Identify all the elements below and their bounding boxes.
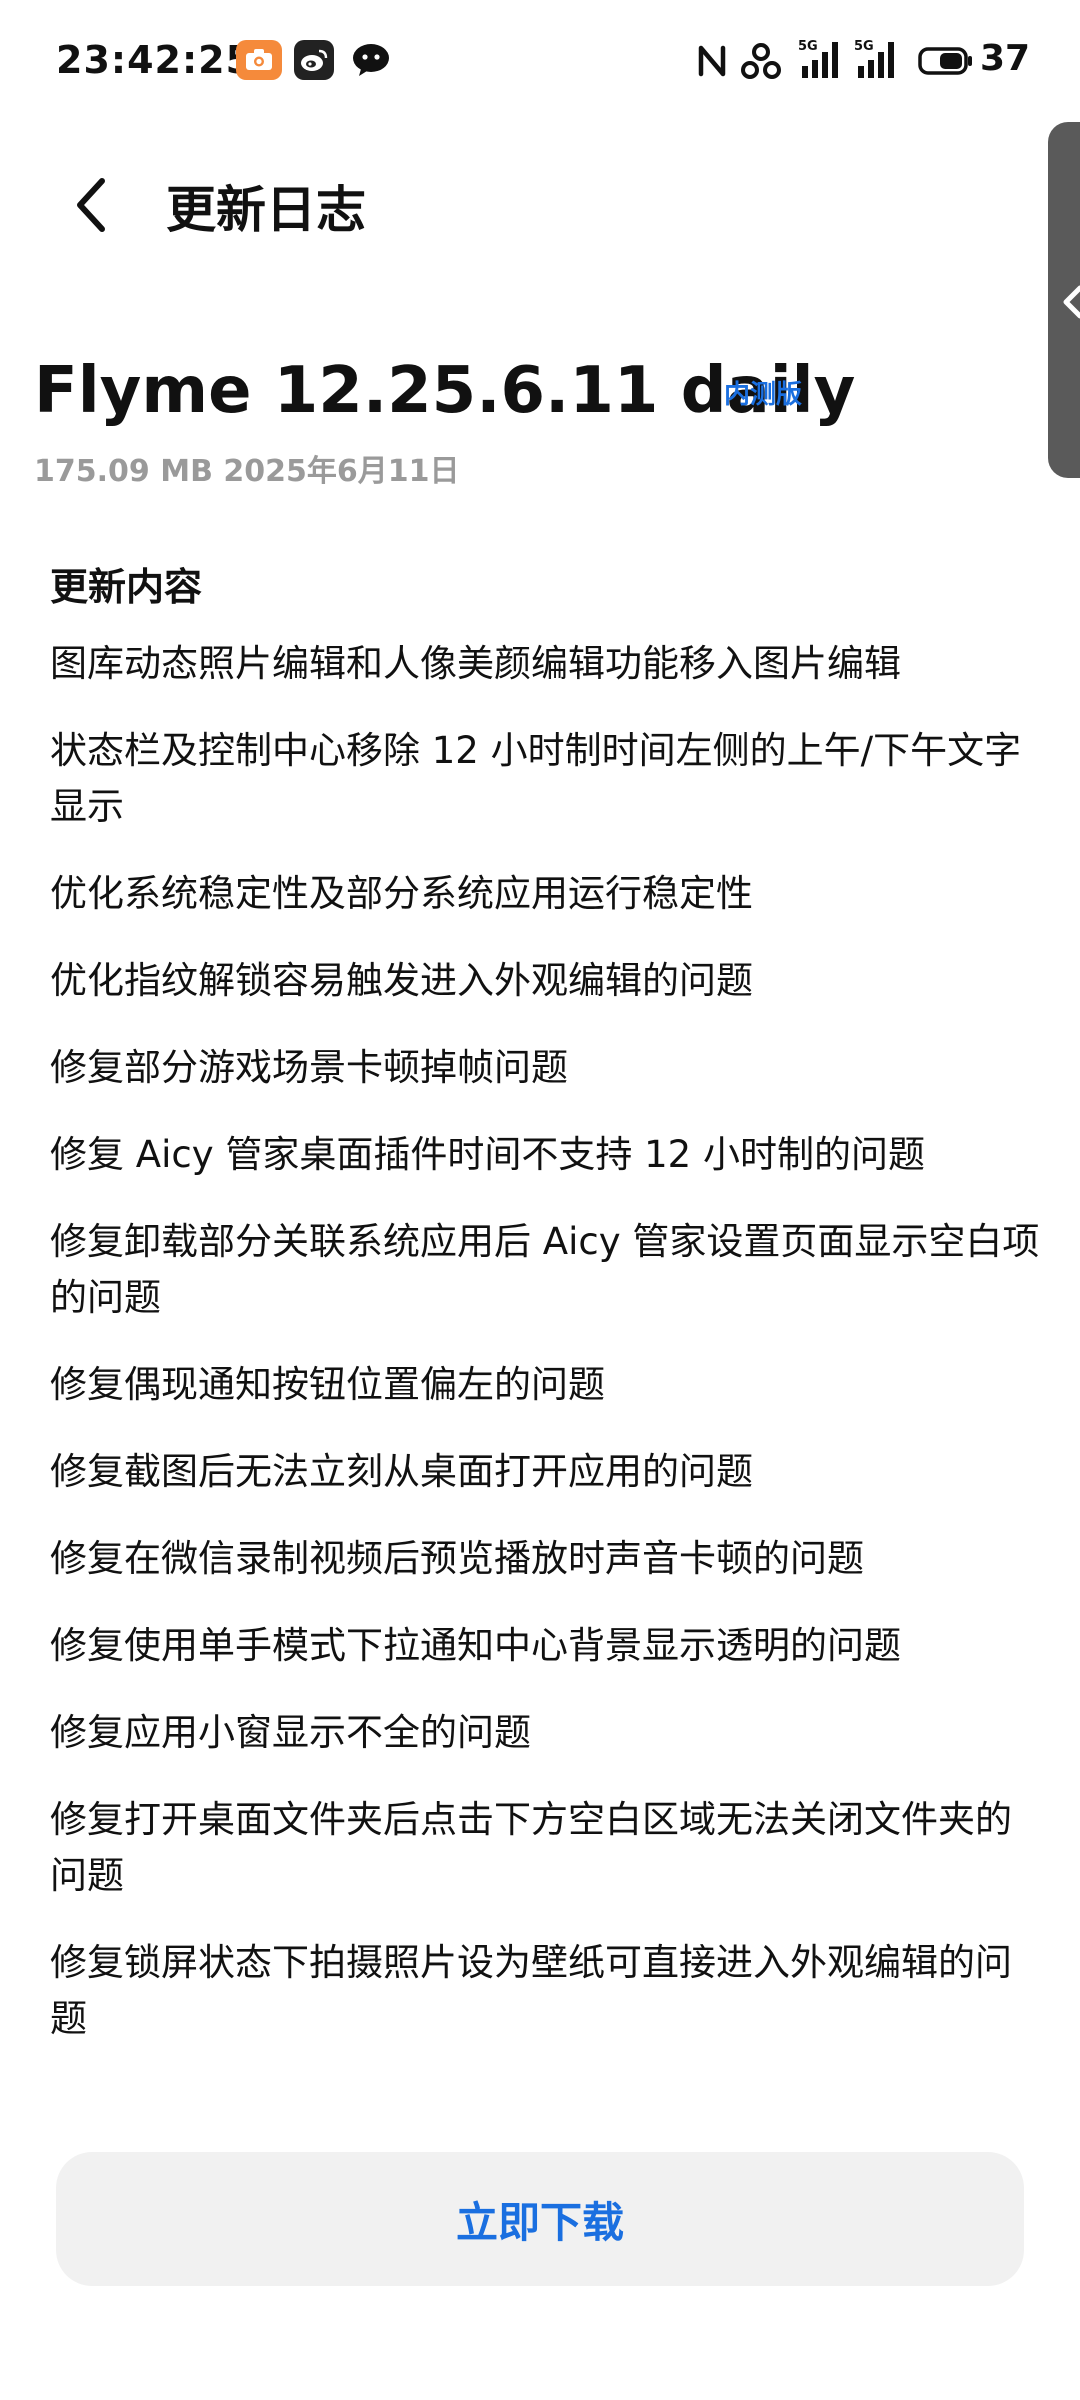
changelog-item: 修复截图后无法立刻从桌面打开应用的问题 — [50, 1450, 753, 1493]
changelog-item: 修复使用单手模式下拉通知中心背景显示透明的问题 — [50, 1624, 901, 1667]
battery-level: 37 — [980, 38, 1031, 79]
hotspot-icon — [740, 42, 782, 84]
changelog-item: 修复 Aicy 管家桌面插件时间不支持 12 小时制的问题 — [50, 1133, 925, 1176]
back-button[interactable] — [50, 160, 130, 250]
status-bar: 23:42:25 5G 5G 37 — [0, 0, 1080, 120]
changelog-item: 修复卸载部分关联系统应用后 Aicy 管家设置页面显示空白项的问题 — [50, 1220, 1040, 1319]
chevron-left-icon — [77, 178, 105, 232]
beta-badge: 内测版 — [724, 380, 803, 410]
camera-app-icon — [236, 40, 282, 80]
signal-5g-icon: 5G — [798, 38, 842, 84]
changelog-item: 图库动态照片编辑和人像美颜编辑功能移入图片编辑 — [50, 642, 901, 685]
nfc-icon — [696, 44, 728, 82]
battery-icon — [918, 46, 974, 80]
status-time: 23:42:25 — [56, 38, 254, 82]
changelog-list: 图库动态照片编辑和人像美颜编辑功能移入图片编辑 状态栏及控制中心移除 12 小时… — [50, 636, 1040, 2078]
svg-text:5G: 5G — [854, 39, 874, 54]
download-now-button[interactable]: 立即下载 — [56, 2152, 1024, 2286]
weibo-icon — [294, 40, 334, 80]
version-meta: 175.09 MB 2025年6月11日 — [34, 454, 460, 489]
edge-panel-handle[interactable] — [1048, 122, 1080, 478]
changelog-item: 优化指纹解锁容易触发进入外观编辑的问题 — [50, 959, 753, 1002]
changelog-item: 修复应用小窗显示不全的问题 — [50, 1711, 531, 1754]
changelog-item: 修复部分游戏场景卡顿掉帧问题 — [50, 1046, 568, 1089]
changelog-heading: 更新内容 — [50, 565, 203, 609]
wechat-icon — [348, 40, 394, 80]
page-title: 更新日志 — [166, 181, 366, 239]
svg-text:5G: 5G — [798, 39, 818, 54]
signal-5g-icon: 5G — [854, 38, 898, 84]
changelog-item: 修复偶现通知按钮位置偏左的问题 — [50, 1363, 605, 1406]
changelog-item: 修复在微信录制视频后预览播放时声音卡顿的问题 — [50, 1537, 864, 1580]
download-now-label: 立即下载 — [455, 2197, 624, 2247]
changelog-item: 状态栏及控制中心移除 12 小时制时间左侧的上午/下午文字显示 — [50, 729, 1022, 828]
changelog-item: 修复锁屏状态下拍摄照片设为壁纸可直接进入外观编辑的问题 — [50, 1941, 1012, 2040]
changelog-item: 优化系统稳定性及部分系统应用运行稳定性 — [50, 872, 753, 915]
chevron-left-icon — [1063, 285, 1080, 319]
changelog-item: 修复打开桌面文件夹后点击下方空白区域无法关闭文件夹的问题 — [50, 1798, 1012, 1897]
